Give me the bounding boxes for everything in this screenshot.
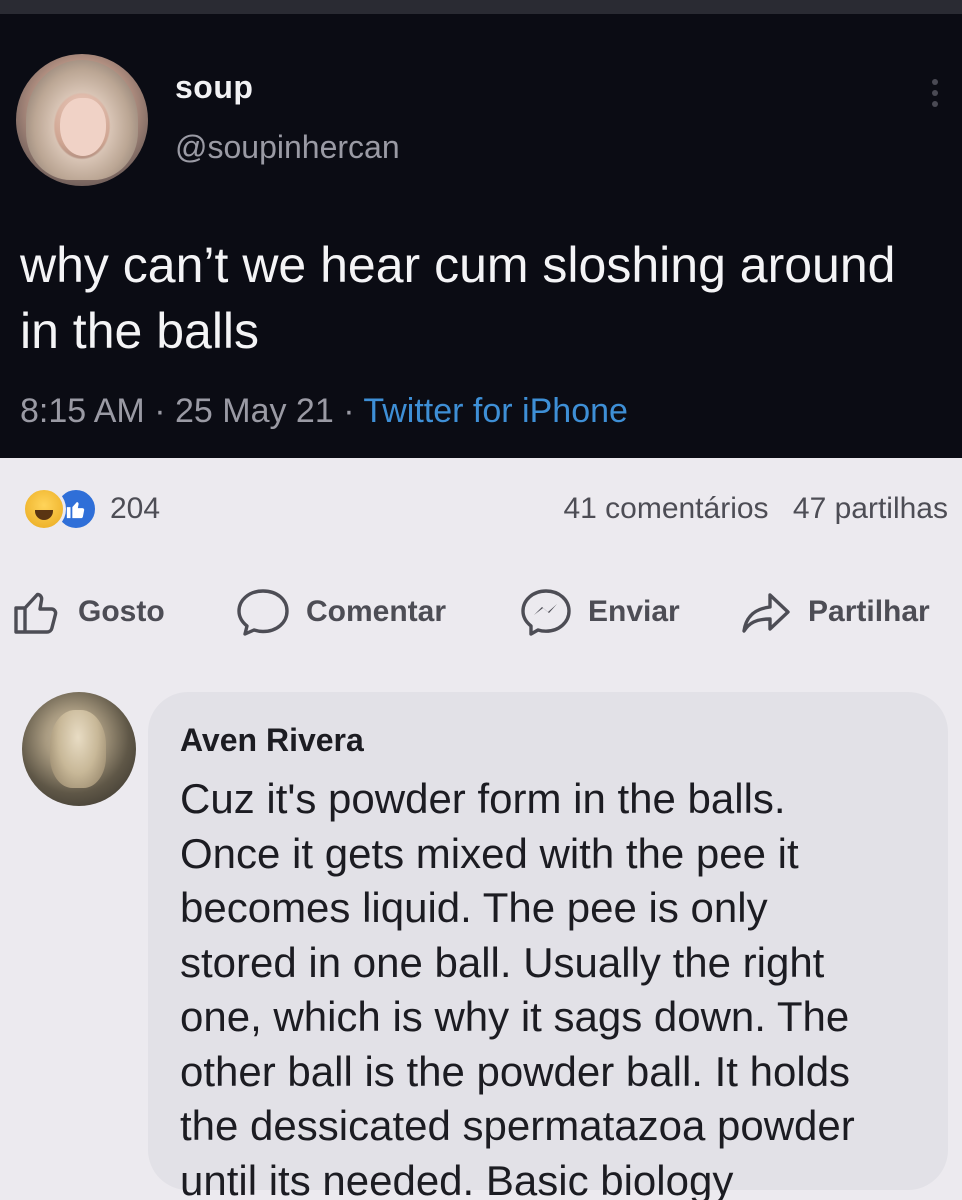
action-bar: Gosto Comentar Enviar Partilhar [8, 584, 962, 640]
shares-count-link[interactable]: 47 partilhas [793, 492, 948, 525]
comment-line: Cuz it's powder form in the balls. [180, 775, 786, 822]
messenger-icon [521, 589, 571, 636]
engagement-counts: 41 comentários 47 partilhas [563, 492, 948, 526]
meta-separator: · [343, 392, 364, 430]
avatar-face [60, 98, 106, 156]
tweet-time: 8:15 AM [20, 392, 145, 430]
tweet-avatar[interactable] [16, 54, 148, 186]
tweet-source-link[interactable]: Twitter for iPhone [363, 392, 628, 430]
tweet-date: 25 May 21 [174, 392, 334, 430]
send-label: Enviar [588, 595, 680, 628]
embedded-tweet: soup @soupinhercan why can’t we hear cum… [0, 0, 962, 458]
comment-label: Comentar [306, 595, 447, 628]
comment-line: stored in one ball. Usually the right [180, 938, 825, 986]
tweet-display-name[interactable]: soup [175, 69, 253, 106]
tweet-handle[interactable]: @soupinhercan [175, 129, 400, 166]
share-button[interactable]: Partilhar [740, 589, 930, 635]
dog-photo [50, 710, 106, 788]
tweet-text: why can’t we hear cum sloshing around in… [20, 237, 896, 359]
comment-line: Once it gets mixed with the pee it [180, 829, 799, 877]
comment-text: Cuz it's powder form in the balls. Once … [180, 772, 940, 1200]
comment-line: the dessicated spermatazoa powder [180, 1102, 855, 1149]
comment-line: becomes liquid. The pee is only [180, 884, 768, 931]
reaction-count: 204 [110, 492, 161, 525]
haha-icon [22, 487, 66, 531]
share-arrow-icon [742, 593, 790, 633]
thumbs-up-icon [14, 592, 58, 634]
reaction-summary[interactable]: 204 [22, 486, 160, 532]
share-label: Partilhar [808, 595, 930, 628]
comment-button[interactable]: Comentar [234, 587, 446, 637]
comment-line: one, which is why it sags down. The [180, 993, 850, 1040]
tweet-meta: 8:15 AM · 25 May 21 · Twitter for iPhone [20, 392, 628, 431]
more-options-icon[interactable] [920, 74, 950, 114]
comment-line: other ball is the powder ball. It holds [180, 1047, 851, 1095]
comment-author[interactable]: Aven Rivera [180, 722, 364, 759]
comment-bubble-icon [237, 589, 289, 636]
like-label: Gosto [78, 595, 165, 628]
comment-line: until its needed. Basic biology [180, 1156, 734, 1200]
comments-count-link[interactable]: 41 comentários [563, 492, 768, 525]
commenter-avatar[interactable] [22, 692, 136, 806]
send-button[interactable]: Enviar [518, 587, 680, 637]
meta-separator: · [154, 392, 175, 430]
like-button[interactable]: Gosto [12, 588, 165, 636]
